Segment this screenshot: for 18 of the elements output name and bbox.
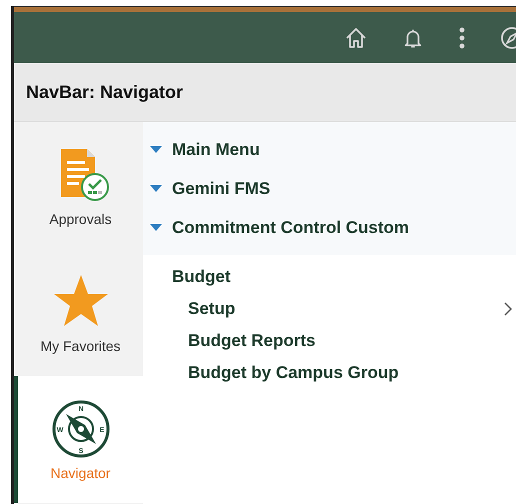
menu-item[interactable]: Budget Reports [172,325,516,357]
tile-label: My Favorites [40,338,121,354]
menu-item[interactable]: Budget by Campus Group [172,357,516,389]
more-options-icon[interactable] [458,26,466,50]
breadcrumb-link[interactable]: Main Menu [150,130,516,169]
navigation-tile[interactable]: Approvals [14,122,143,249]
menu-item[interactable]: Setup [172,293,516,325]
breadcrumb-link[interactable]: Commitment Control Custom [150,208,516,247]
tile-label: Navigator [50,464,110,480]
folder-heading: Budget [172,266,231,288]
navigation-tile[interactable]: My Favorites [14,249,143,376]
expanded-triangle-icon [150,224,162,231]
home-icon[interactable] [344,26,368,50]
expanded-triangle-icon [150,185,162,192]
breadcrumb-link[interactable]: Gemini FMS [150,169,516,208]
tile-label: Approvals [49,210,112,226]
panel-title: NavBar: Navigator [26,82,184,102]
expanded-triangle-icon [150,146,162,153]
